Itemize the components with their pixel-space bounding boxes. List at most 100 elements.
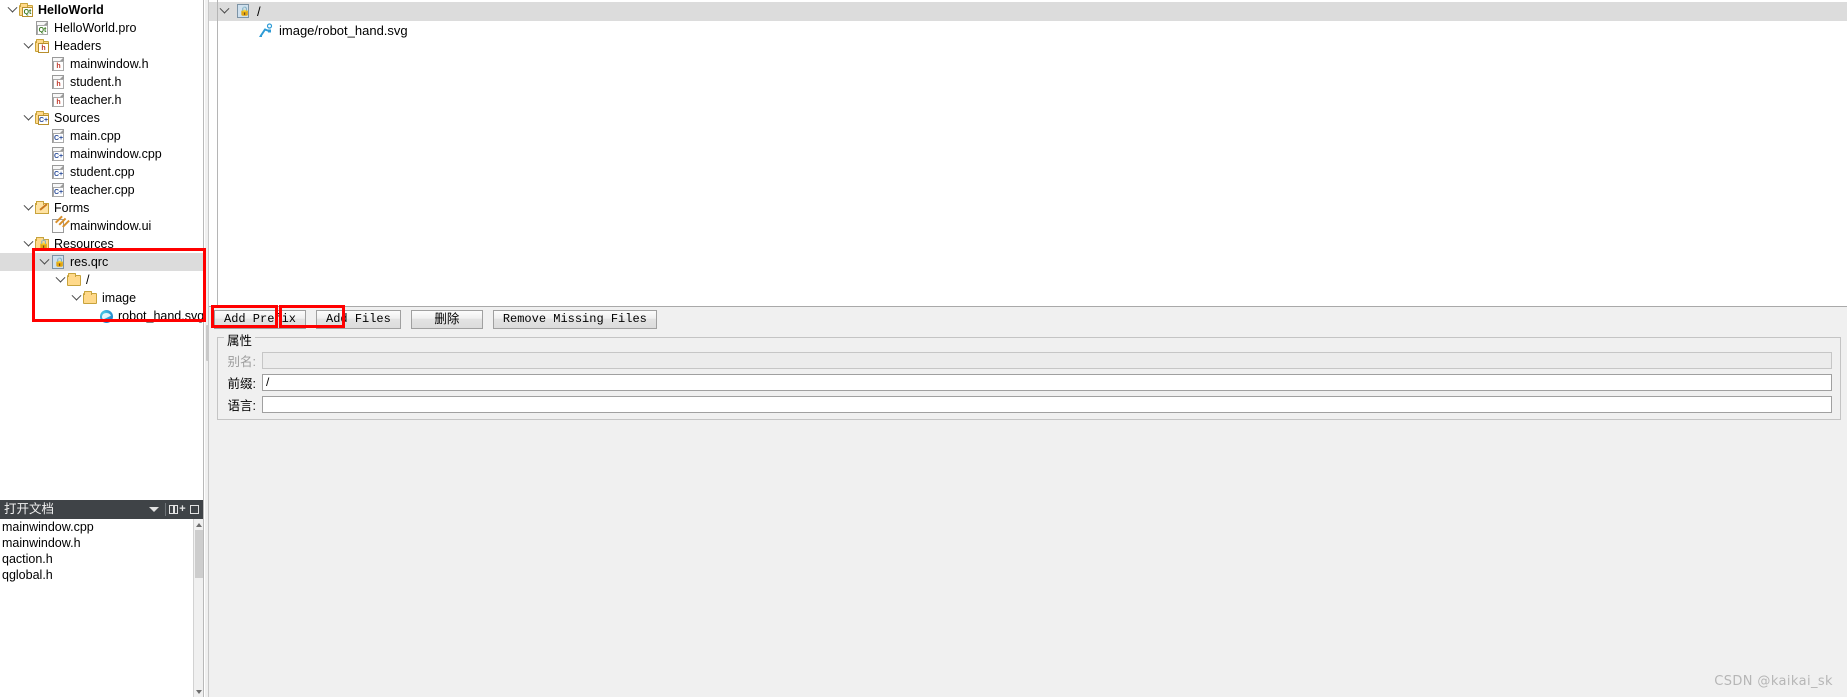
qt-pro-file-icon: Qt xyxy=(34,20,50,36)
add-files-button[interactable]: Add Files xyxy=(316,310,401,329)
chevron-down-icon[interactable] xyxy=(22,235,34,253)
chevron-down-icon[interactable] xyxy=(6,1,18,19)
project-tree-item[interactable]: image xyxy=(0,289,203,307)
folder-icon xyxy=(66,272,82,288)
project-tree[interactable]: Qt HelloWorld Qt HelloWorld.pro h Headers h mai… xyxy=(0,0,203,500)
project-tree-item[interactable]: 🔒 res.qrc xyxy=(0,253,203,271)
qt-creator-window: Qt HelloWorld Qt HelloWorld.pro h Headers h mai… xyxy=(0,0,1847,697)
open-documents-scrollbar[interactable] xyxy=(193,519,203,697)
headers-folder-icon: h xyxy=(34,38,50,54)
delete-button[interactable]: 删除 xyxy=(410,310,483,329)
project-tree-item-label: teacher.cpp xyxy=(70,183,135,197)
add-prefix-button[interactable]: Add Prefix xyxy=(214,310,307,329)
project-tree-item[interactable]: 🔒 Resources xyxy=(0,235,203,253)
project-tree-item[interactable]: C+ mainwindow.cpp xyxy=(0,145,203,163)
watermark: CSDN @kaikai_sk xyxy=(1714,674,1833,689)
project-tree-item[interactable]: C+ student.cpp xyxy=(0,163,203,181)
project-tree-item-label: Sources xyxy=(54,111,100,125)
tree-twisty-empty xyxy=(38,127,50,145)
h-file-icon: h xyxy=(50,56,66,72)
left-sidebar: Qt HelloWorld Qt HelloWorld.pro h Headers h mai… xyxy=(0,0,206,697)
chevron-down-icon[interactable] xyxy=(146,500,162,519)
tree-guide-line xyxy=(217,0,218,306)
project-tree-item-label: robot_hand.svg xyxy=(118,309,203,323)
project-tree-item[interactable]: C+ teacher.cpp xyxy=(0,181,203,199)
prefix-field[interactable]: / xyxy=(262,374,1832,391)
scrollbar-thumb[interactable] xyxy=(195,530,203,578)
language-field[interactable] xyxy=(262,396,1832,413)
remove-missing-files-button[interactable]: Remove Missing Files xyxy=(492,310,657,329)
property-label: 别名: xyxy=(227,355,256,369)
open-documents-list[interactable]: mainwindow.cpp mainwindow.h qaction.h qglob… xyxy=(0,519,203,697)
robot-arm-icon xyxy=(257,22,274,39)
qt-folder-icon: Qt xyxy=(18,2,34,18)
project-tree-item[interactable]: C+ Sources xyxy=(0,109,203,127)
property-row: 别名: xyxy=(218,352,1840,369)
tree-twisty-empty xyxy=(86,307,98,325)
open-document-item[interactable]: mainwindow.cpp xyxy=(0,519,203,535)
resource-tree[interactable]: 🔒 / image/robot_hand.svg xyxy=(209,0,1847,307)
project-tree-item[interactable]: robot_hand.svg xyxy=(0,307,203,325)
project-tree-item-label: student.cpp xyxy=(70,165,135,179)
resource-tree-item[interactable]: image/robot_hand.svg xyxy=(209,21,1847,40)
project-tree-item[interactable]: h teacher.h xyxy=(0,91,203,109)
open-documents-header: 打开文档 + xyxy=(0,500,203,519)
cpp-file-icon: C+ xyxy=(50,164,66,180)
project-tree-item[interactable]: h student.h xyxy=(0,73,203,91)
properties-group: 属性 别名: 前缀: / 语言: xyxy=(217,330,1841,420)
resource-tree-item-label: image/robot_hand.svg xyxy=(279,23,408,38)
project-tree-item[interactable]: Qt HelloWorld xyxy=(0,1,203,19)
close-panel-icon[interactable] xyxy=(186,500,203,519)
tree-twisty-empty xyxy=(235,21,257,40)
project-tree-item[interactable]: Qt HelloWorld.pro xyxy=(0,19,203,37)
tree-twisty-empty xyxy=(38,217,50,235)
tree-twisty-empty xyxy=(38,73,50,91)
chevron-down-icon[interactable] xyxy=(70,289,82,307)
project-tree-item-label: student.h xyxy=(70,75,122,89)
scroll-down-arrow-icon[interactable] xyxy=(194,686,203,697)
project-tree-item-label: teacher.h xyxy=(70,93,122,107)
toolbar-divider xyxy=(165,503,166,516)
project-tree-item[interactable]: h mainwindow.h xyxy=(0,55,203,73)
property-row: 前缀: / xyxy=(218,374,1840,391)
scroll-up-arrow-icon[interactable] xyxy=(194,519,203,530)
chevron-down-icon[interactable] xyxy=(22,37,34,55)
tree-twisty-empty xyxy=(38,145,50,163)
project-tree-item-label: mainwindow.h xyxy=(70,57,149,71)
project-tree-item[interactable]: mainwindow.ui xyxy=(0,217,203,235)
resource-tree-item-label: / xyxy=(257,4,261,19)
project-tree-item-label: Resources xyxy=(54,237,114,251)
project-tree-item[interactable]: C+ main.cpp xyxy=(0,127,203,145)
chevron-down-icon[interactable] xyxy=(54,271,66,289)
resource-editor: 🔒 / image/robot_hand.svg Add Prefix Add Fil… xyxy=(209,0,1847,697)
chevron-down-icon[interactable] xyxy=(22,109,34,127)
open-document-item[interactable]: qglobal.h xyxy=(0,567,203,583)
property-row: 语言: xyxy=(218,396,1840,413)
open-document-item[interactable]: mainwindow.h xyxy=(0,535,203,551)
split-view-add-icon[interactable]: + xyxy=(169,500,186,519)
open-document-item[interactable]: qaction.h xyxy=(0,551,203,567)
tree-twisty-empty xyxy=(38,55,50,73)
cpp-file-icon: C+ xyxy=(50,182,66,198)
cpp-file-icon: C+ xyxy=(50,128,66,144)
forms-folder-icon xyxy=(34,200,50,216)
sources-folder-icon: C+ xyxy=(34,110,50,126)
h-file-icon: h xyxy=(50,74,66,90)
editor-empty-area xyxy=(209,420,1847,697)
qrc-prefix-icon: 🔒 xyxy=(237,4,251,18)
project-tree-item-label: res.qrc xyxy=(70,255,109,269)
open-documents-title: 打开文档 xyxy=(4,502,55,516)
tree-twisty-empty xyxy=(38,181,50,199)
project-tree-item[interactable]: / xyxy=(0,271,203,289)
properties-title: 属性 xyxy=(224,330,256,349)
project-tree-item-label: image xyxy=(102,291,137,305)
resource-tree-item[interactable]: 🔒 / xyxy=(209,2,1847,21)
chevron-down-icon[interactable] xyxy=(22,199,34,217)
project-tree-item-label: Forms xyxy=(54,201,90,215)
tree-twisty-empty xyxy=(22,19,34,37)
project-tree-item[interactable]: Forms xyxy=(0,199,203,217)
tree-twisty-empty xyxy=(38,91,50,109)
project-tree-item[interactable]: h Headers xyxy=(0,37,203,55)
chevron-down-icon[interactable] xyxy=(38,253,50,271)
edge-browser-icon xyxy=(98,308,114,324)
